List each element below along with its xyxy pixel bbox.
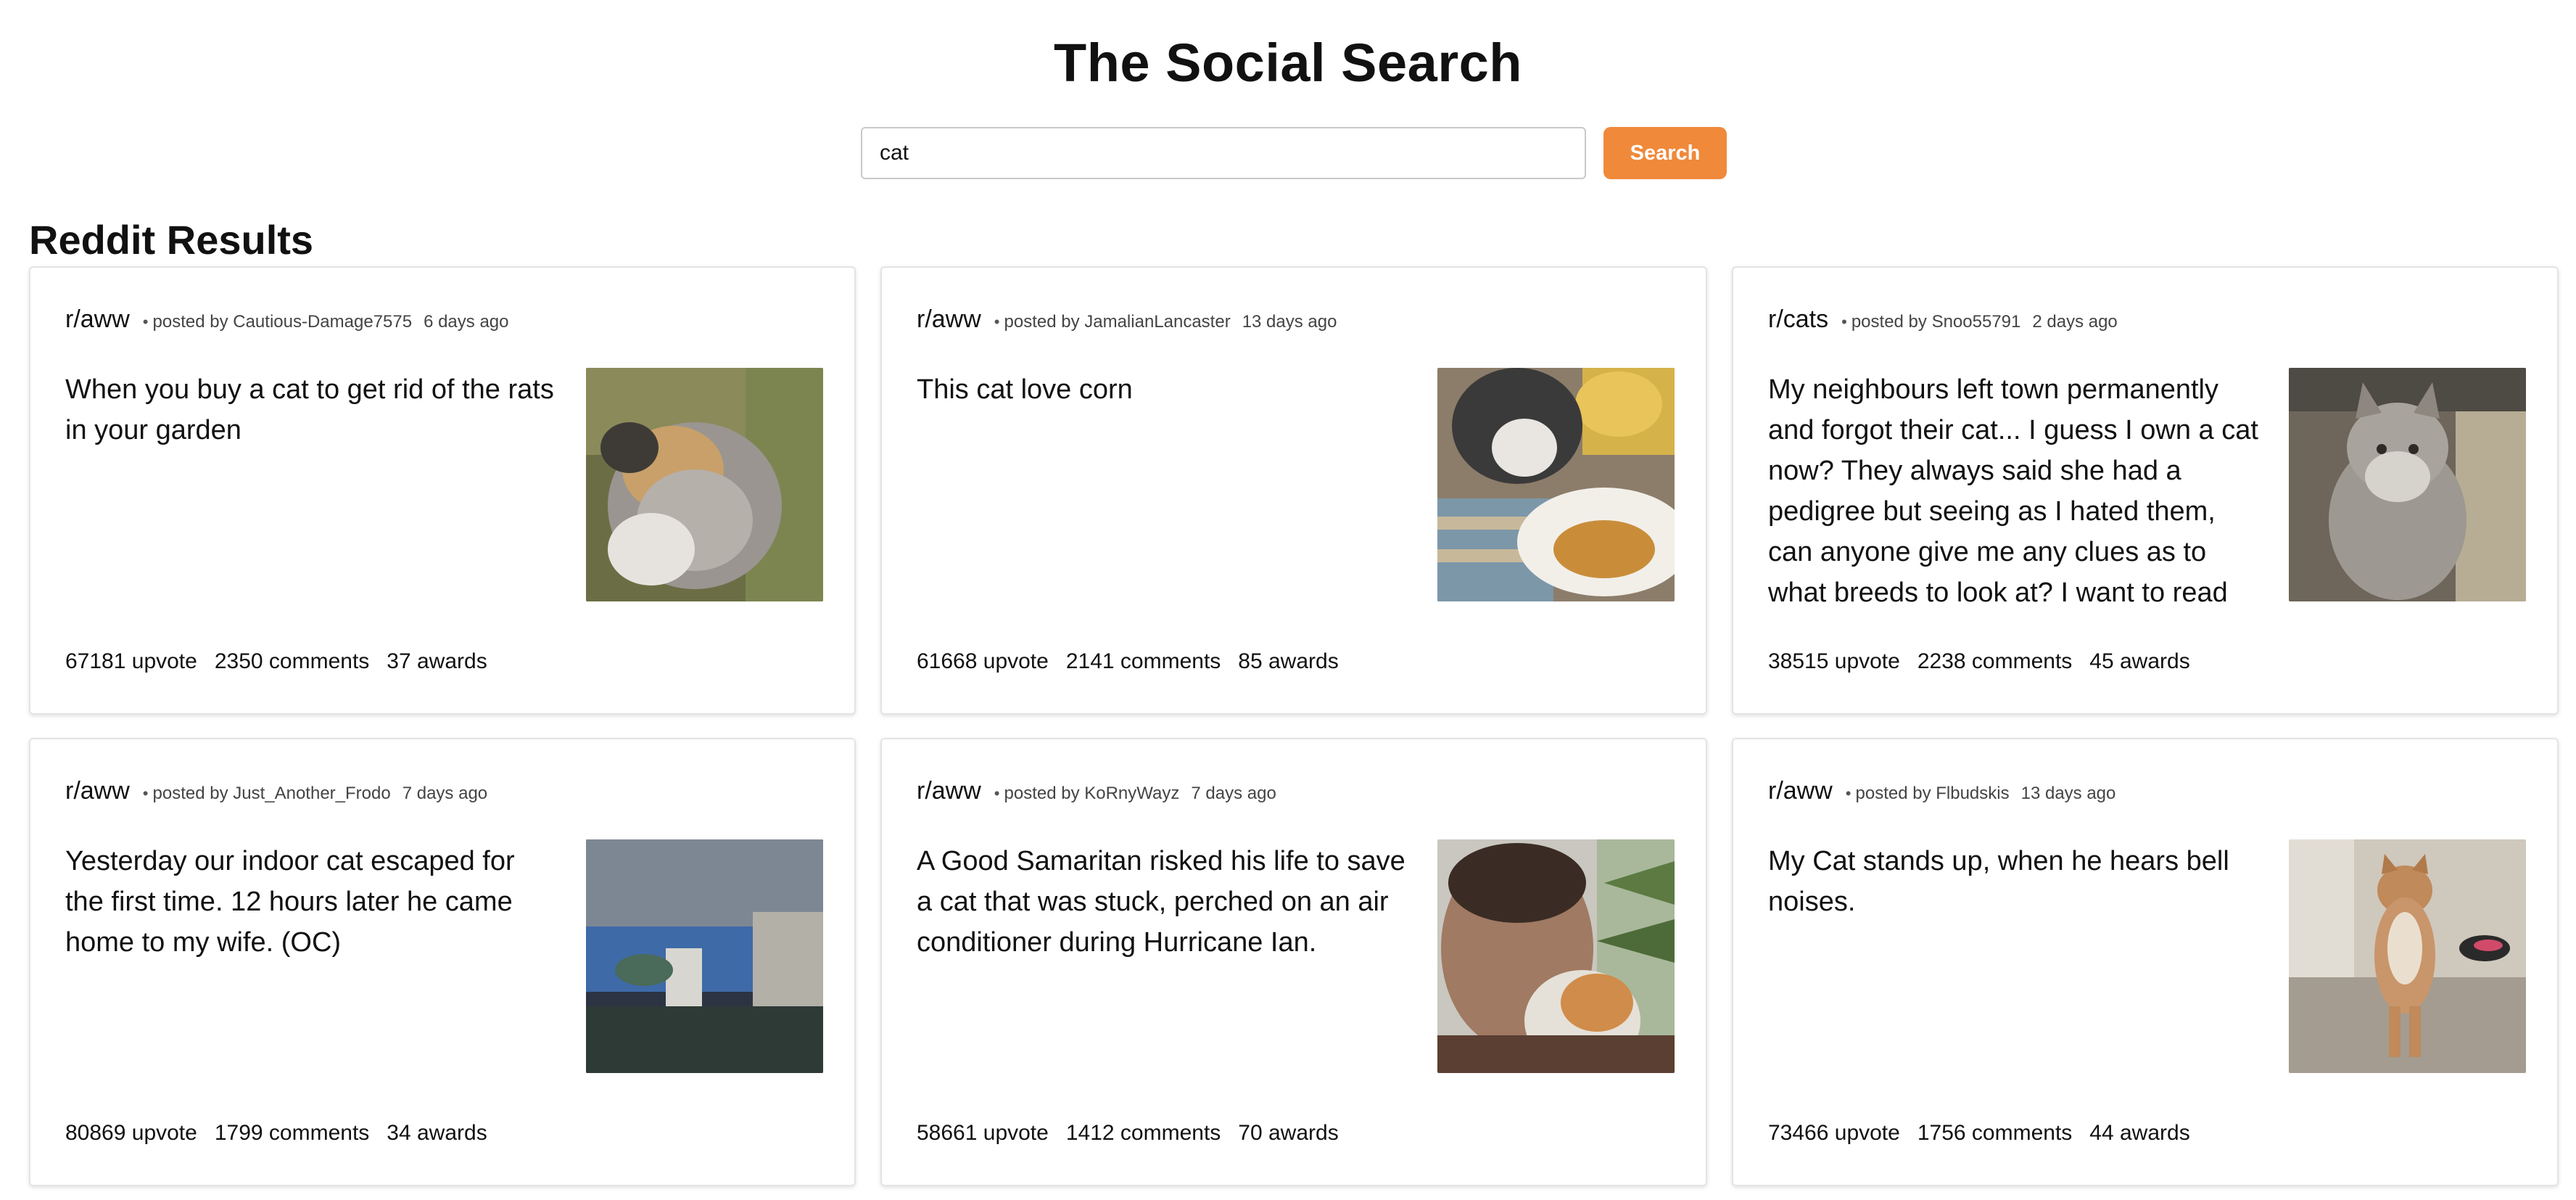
search-input[interactable] (861, 127, 1586, 179)
post-time: 7 days ago (402, 784, 488, 803)
award-count: 45 awards (2089, 649, 2190, 673)
upvote-count: 58661 upvote (917, 1121, 1049, 1145)
upvote-count: 67181 upvote (65, 649, 197, 673)
post-time: 7 days ago (1191, 784, 1276, 803)
comment-count[interactable]: 1756 comments (1917, 1121, 2072, 1146)
post-time: 2 days ago (2032, 312, 2118, 332)
award-count: 70 awards (1238, 1121, 1339, 1145)
post-card[interactable]: r/aww • posted by Just_Another_Frodo 7 d… (29, 738, 856, 1186)
post-thumbnail[interactable] (586, 368, 823, 601)
post-title[interactable]: Yesterday our indoor cat escaped for the… (65, 841, 558, 963)
meta-separator: • (1845, 784, 1852, 802)
post-time: 13 days ago (1242, 312, 1337, 332)
doorbell-camera-photo (586, 839, 823, 1073)
award-count: 34 awards (387, 1121, 487, 1145)
post-title[interactable]: When you buy a cat to get rid of the rat… (65, 369, 558, 451)
subreddit-link[interactable]: r/aww (917, 777, 981, 805)
post-title[interactable]: This cat love corn (917, 369, 1410, 410)
subreddit-link[interactable]: r/cats (1768, 305, 1828, 334)
post-author: posted by Cautious-Damage7575 (152, 312, 413, 332)
search-button[interactable]: Search (1603, 127, 1727, 179)
post-stats: 73466 upvote 1756 comments 44 awards (1768, 1121, 2190, 1146)
post-thumbnail[interactable] (1437, 839, 1675, 1073)
post-title[interactable]: My Cat stands up, when he hears bell noi… (1768, 841, 2261, 922)
post-time: 13 days ago (2020, 784, 2116, 803)
upvote-count: 73466 upvote (1768, 1121, 1900, 1145)
meta-separator: • (142, 784, 149, 802)
upvote-count: 61668 upvote (917, 649, 1049, 673)
man-holding-cat-photo (1437, 839, 1675, 1073)
upvote-count: 80869 upvote (65, 1121, 197, 1145)
post-card[interactable]: r/aww • posted by JamalianLancaster 13 d… (880, 266, 1707, 715)
meta-separator: • (994, 784, 1000, 802)
meta-separator: • (994, 313, 1000, 331)
upvote-count: 38515 upvote (1768, 649, 1900, 673)
cat-with-plate-photo (1437, 368, 1675, 601)
subreddit-link[interactable]: r/aww (917, 305, 981, 334)
post-stats: 38515 upvote 2238 comments 45 awards (1768, 649, 2190, 674)
post-author: posted by KoRnyWayz (1004, 784, 1180, 803)
post-meta: r/aww • posted by KoRnyWayz 7 days ago (917, 777, 1276, 805)
subreddit-link[interactable]: r/aww (65, 305, 130, 334)
fluffy-cat-photo (586, 368, 823, 601)
post-author: posted by Just_Another_Frodo (152, 784, 391, 803)
post-thumbnail[interactable] (2289, 839, 2526, 1073)
post-stats: 58661 upvote 1412 comments 70 awards (917, 1121, 1339, 1146)
post-stats: 61668 upvote 2141 comments 85 awards (917, 649, 1339, 674)
subreddit-link[interactable]: r/aww (65, 777, 130, 805)
meta-separator: • (1841, 313, 1847, 331)
comment-count[interactable]: 2238 comments (1917, 649, 2072, 674)
post-thumbnail[interactable] (586, 839, 823, 1073)
post-meta: r/aww • posted by JamalianLancaster 13 d… (917, 305, 1337, 334)
results-grid: r/aww • posted by Cautious-Damage7575 6 … (29, 266, 2559, 1186)
post-meta: r/aww • posted by Cautious-Damage7575 6 … (65, 305, 508, 334)
post-meta: r/aww • posted by Just_Another_Frodo 7 d… (65, 777, 487, 805)
post-card[interactable]: r/aww • posted by KoRnyWayz 7 days ago A… (880, 738, 1707, 1186)
post-title[interactable]: My neighbours left town permanently and … (1768, 369, 2261, 613)
post-thumbnail[interactable] (2289, 368, 2526, 601)
standing-cat-photo (2289, 839, 2526, 1073)
section-title: Reddit Results (29, 217, 314, 263)
comment-count[interactable]: 2141 comments (1066, 649, 1221, 674)
post-author: posted by Snoo55791 (1851, 312, 2021, 332)
post-title[interactable]: A Good Samaritan risked his life to save… (917, 841, 1410, 963)
app-title: The Social Search (1054, 33, 1522, 93)
subreddit-link[interactable]: r/aww (1768, 777, 1833, 805)
comment-count[interactable]: 1799 comments (215, 1121, 369, 1146)
post-author: posted by Flbudskis (1855, 784, 2010, 803)
post-card[interactable]: r/aww • posted by Flbudskis 13 days ago … (1732, 738, 2559, 1186)
post-meta: r/aww • posted by Flbudskis 13 days ago (1768, 777, 2115, 805)
post-author: posted by JamalianLancaster (1004, 312, 1231, 332)
post-stats: 80869 upvote 1799 comments 34 awards (65, 1121, 487, 1146)
post-meta: r/cats • posted by Snoo55791 2 days ago (1768, 305, 2118, 334)
comment-count[interactable]: 2350 comments (215, 649, 369, 674)
award-count: 44 awards (2089, 1121, 2190, 1145)
grey-longhair-cat-photo (2289, 368, 2526, 601)
post-card[interactable]: r/aww • posted by Cautious-Damage7575 6 … (29, 266, 856, 715)
award-count: 37 awards (387, 649, 487, 673)
meta-separator: • (142, 313, 149, 331)
award-count: 85 awards (1238, 649, 1339, 673)
comment-count[interactable]: 1412 comments (1066, 1121, 1221, 1146)
post-thumbnail[interactable] (1437, 368, 1675, 601)
post-time: 6 days ago (424, 312, 509, 332)
post-card[interactable]: r/cats • posted by Snoo55791 2 days ago … (1732, 266, 2559, 715)
search-bar: Search (861, 127, 1727, 179)
post-stats: 67181 upvote 2350 comments 37 awards (65, 649, 487, 674)
